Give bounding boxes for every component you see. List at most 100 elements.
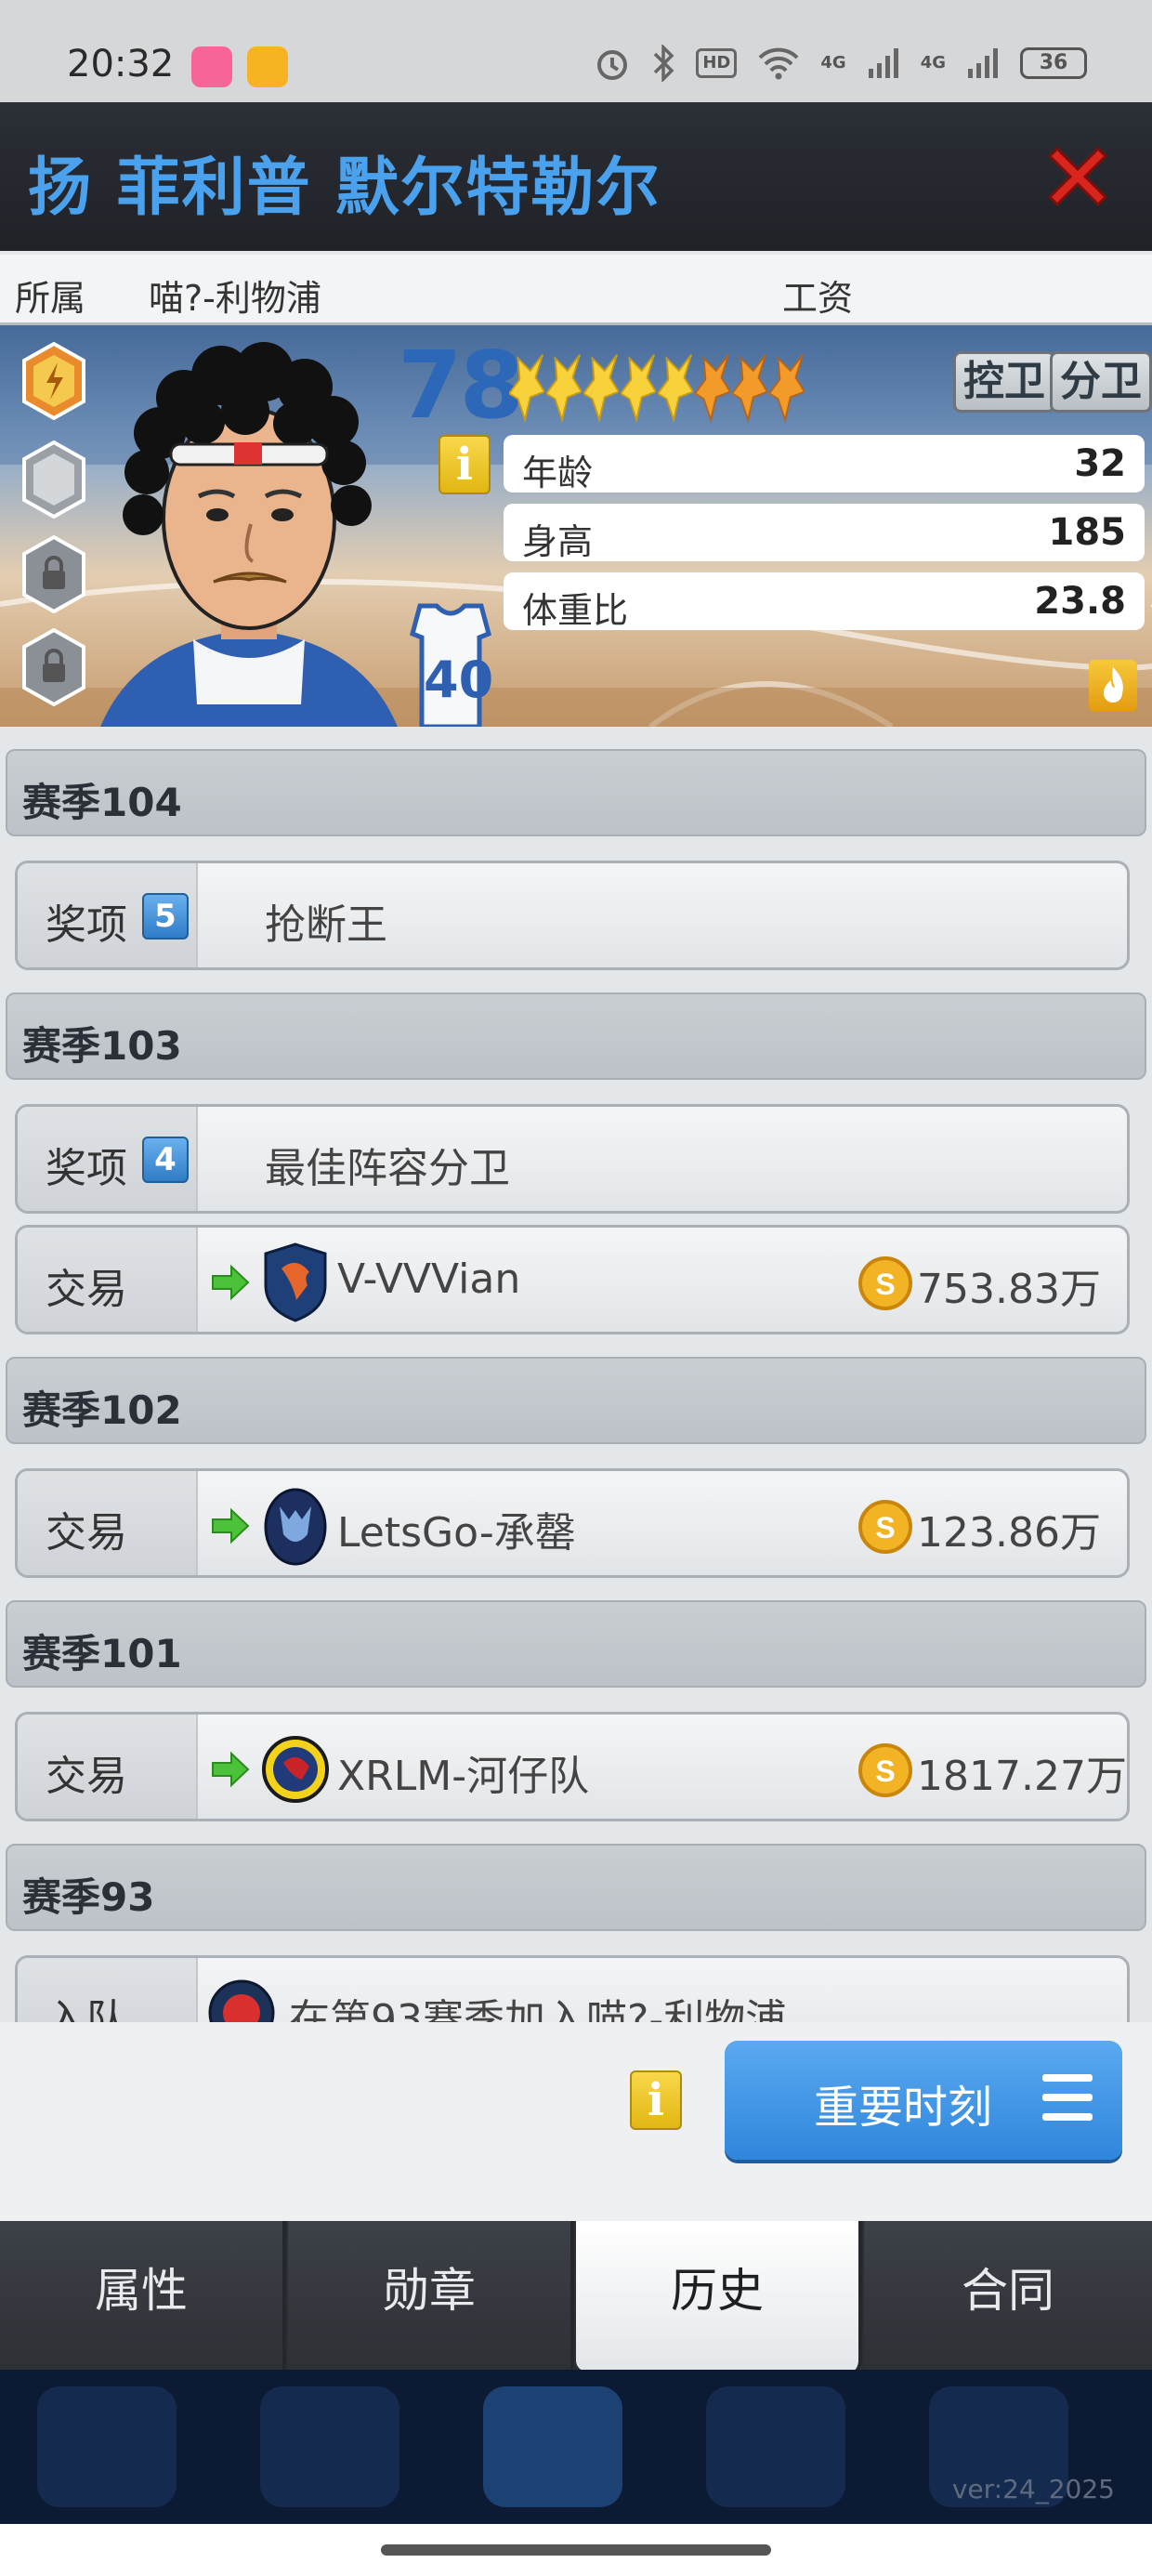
gesture-bar xyxy=(0,2524,1152,2576)
status-icons: HD 4G 4G 36 xyxy=(594,45,1087,82)
badge-slot-empty[interactable] xyxy=(20,440,87,519)
stat-value: 32 xyxy=(1074,442,1126,485)
version-label: ver:24_2025 xyxy=(951,2474,1115,2504)
star-full-icon xyxy=(546,354,582,424)
history-entry-trade[interactable]: 交易 V-VVVian S 753.83万 xyxy=(15,1225,1130,1334)
team-logo-icon xyxy=(264,1488,327,1566)
svg-text:S: S xyxy=(875,1755,895,1788)
history-entry-award[interactable]: 奖项 4 最佳阵容分卫 xyxy=(15,1104,1130,1214)
season-title: 赛季101 xyxy=(22,1631,182,1676)
stat-label: 年龄 xyxy=(522,453,594,493)
history-list[interactable]: 赛季104 奖项 5 抢断王 赛季103 奖项 4 最佳阵容分卫 交易 V-VVVi… xyxy=(0,740,1152,2022)
team-name: 喵?-利物浦 xyxy=(149,278,321,319)
entry-type: 奖项 xyxy=(46,1145,127,1192)
svg-text:S: S xyxy=(875,1511,895,1544)
info-icon[interactable]: i xyxy=(439,435,491,494)
signal-icon xyxy=(868,48,898,78)
nav-ghost-icon xyxy=(706,2386,845,2507)
award-name: 最佳阵容分卫 xyxy=(265,1145,510,1192)
entry-type: 交易 xyxy=(46,1266,127,1313)
stat-label: 体重比 xyxy=(522,590,629,631)
nav-ghost-icon xyxy=(483,2386,622,2507)
star-full-icon xyxy=(509,354,544,424)
star-half-icon xyxy=(769,354,805,424)
wifi-icon xyxy=(758,47,799,80)
player-name: 扬 菲利普 默尔特勒尔 xyxy=(28,151,661,225)
season-header: 赛季93 xyxy=(6,1844,1146,1931)
title-bar: 扬 菲利普 默尔特勒尔 xyxy=(0,102,1152,251)
star-half-icon xyxy=(732,354,767,424)
bilibili-app-icon xyxy=(191,46,232,87)
tab-contract[interactable]: 合同 xyxy=(864,2221,1152,2370)
season-title: 赛季102 xyxy=(22,1387,182,1433)
home-indicator[interactable] xyxy=(381,2544,771,2556)
arrow-right-icon xyxy=(212,1507,250,1544)
season-header: 赛季103 xyxy=(6,992,1146,1080)
entry-type: 奖项 xyxy=(46,901,127,949)
badge-slot-active[interactable] xyxy=(20,342,87,420)
star-full-icon xyxy=(621,354,656,424)
team-name: LetsGo-承罄 xyxy=(337,1509,576,1557)
close-icon[interactable] xyxy=(1041,139,1115,214)
team-logo-icon xyxy=(262,1736,329,1803)
star-half-icon xyxy=(695,354,730,424)
season-title: 赛季103 xyxy=(22,1023,182,1069)
history-entry-trade[interactable]: 交易 LetsGo-承罄 S 123.86万 xyxy=(15,1468,1130,1578)
entry-type-cell: 奖项 5 xyxy=(18,863,198,967)
player-rating: 78 xyxy=(398,331,524,440)
svg-text:S: S xyxy=(875,1268,895,1301)
stat-value: 185 xyxy=(1048,511,1127,554)
team-logo-icon xyxy=(264,1242,327,1322)
nav-ghost-icon xyxy=(37,2386,177,2507)
season-title: 赛季93 xyxy=(22,1874,155,1920)
coin-icon: S xyxy=(858,1256,912,1310)
season-header: 赛季104 xyxy=(6,749,1146,836)
video-app-icon xyxy=(247,46,288,87)
entry-type: 交易 xyxy=(46,1753,127,1800)
network-type-1: 4G xyxy=(820,53,846,72)
star-full-icon xyxy=(583,354,619,424)
trade-amount: 753.83万 xyxy=(917,1266,1101,1313)
key-moments-button[interactable]: 重要时刻 xyxy=(725,2041,1122,2160)
arrow-right-icon xyxy=(212,1264,250,1301)
entry-type: 入队 xyxy=(46,1996,127,2022)
stat-value: 23.8 xyxy=(1034,580,1126,623)
award-count-badge: 4 xyxy=(142,1137,189,1183)
tab-bar: 属性 勋章 历史 合同 xyxy=(0,2221,1152,2372)
battery-icon: 36 xyxy=(1020,47,1087,79)
coin-icon: S xyxy=(858,1743,912,1797)
badge-slot-locked-1[interactable] xyxy=(20,535,87,613)
tab-attributes[interactable]: 属性 xyxy=(0,2221,286,2370)
player-card: 40 78 控卫 分卫 i 年龄 32 身高 185 体重比 23.8 xyxy=(0,325,1152,727)
stat-row-height: 身高 185 xyxy=(504,504,1145,562)
award-count-badge: 5 xyxy=(142,893,189,940)
history-entry-join[interactable]: 入队 在第93赛季加入喵?-利物浦 xyxy=(15,1955,1130,2022)
history-entry-trade[interactable]: 交易 XRLM-河仔队 S 1817.27万 xyxy=(15,1712,1130,1821)
fire-icon[interactable] xyxy=(1089,660,1137,712)
stat-label: 身高 xyxy=(522,521,594,562)
entry-type-cell: 交易 xyxy=(18,1471,198,1575)
team-name: XRLM-河仔队 xyxy=(337,1753,590,1800)
tab-badges[interactable]: 勋章 xyxy=(288,2221,574,2370)
position-tag-sg[interactable]: 分卫 xyxy=(1050,351,1152,413)
badge-slot-locked-2[interactable] xyxy=(20,628,87,706)
trade-amount: 123.86万 xyxy=(917,1509,1101,1557)
entry-type-cell: 入队 xyxy=(18,1958,198,2022)
tab-history[interactable]: 历史 xyxy=(576,2221,862,2372)
team-info-strip: 所属 喵?-利物浦 工资 xyxy=(0,255,1152,325)
entry-type-cell: 奖项 4 xyxy=(18,1107,198,1211)
bottom-action-panel: i 重要时刻 xyxy=(0,2022,1152,2221)
player-avatar xyxy=(100,342,398,727)
season-header: 赛季101 xyxy=(6,1600,1146,1688)
menu-icon xyxy=(1042,2074,1093,2121)
salary-label: 工资 xyxy=(782,278,854,319)
season-title: 赛季104 xyxy=(22,780,182,825)
signal-icon-2 xyxy=(968,48,998,78)
history-entry-award[interactable]: 奖项 5 抢断王 xyxy=(15,861,1130,970)
stat-row-age: 年龄 32 xyxy=(504,435,1145,493)
trade-amount: 1817.27万 xyxy=(917,1753,1127,1800)
season-header: 赛季102 xyxy=(6,1357,1146,1444)
hd-indicator: HD xyxy=(696,48,738,78)
position-tag-pg[interactable]: 控卫 xyxy=(953,351,1055,413)
info-icon[interactable]: i xyxy=(630,2070,682,2130)
